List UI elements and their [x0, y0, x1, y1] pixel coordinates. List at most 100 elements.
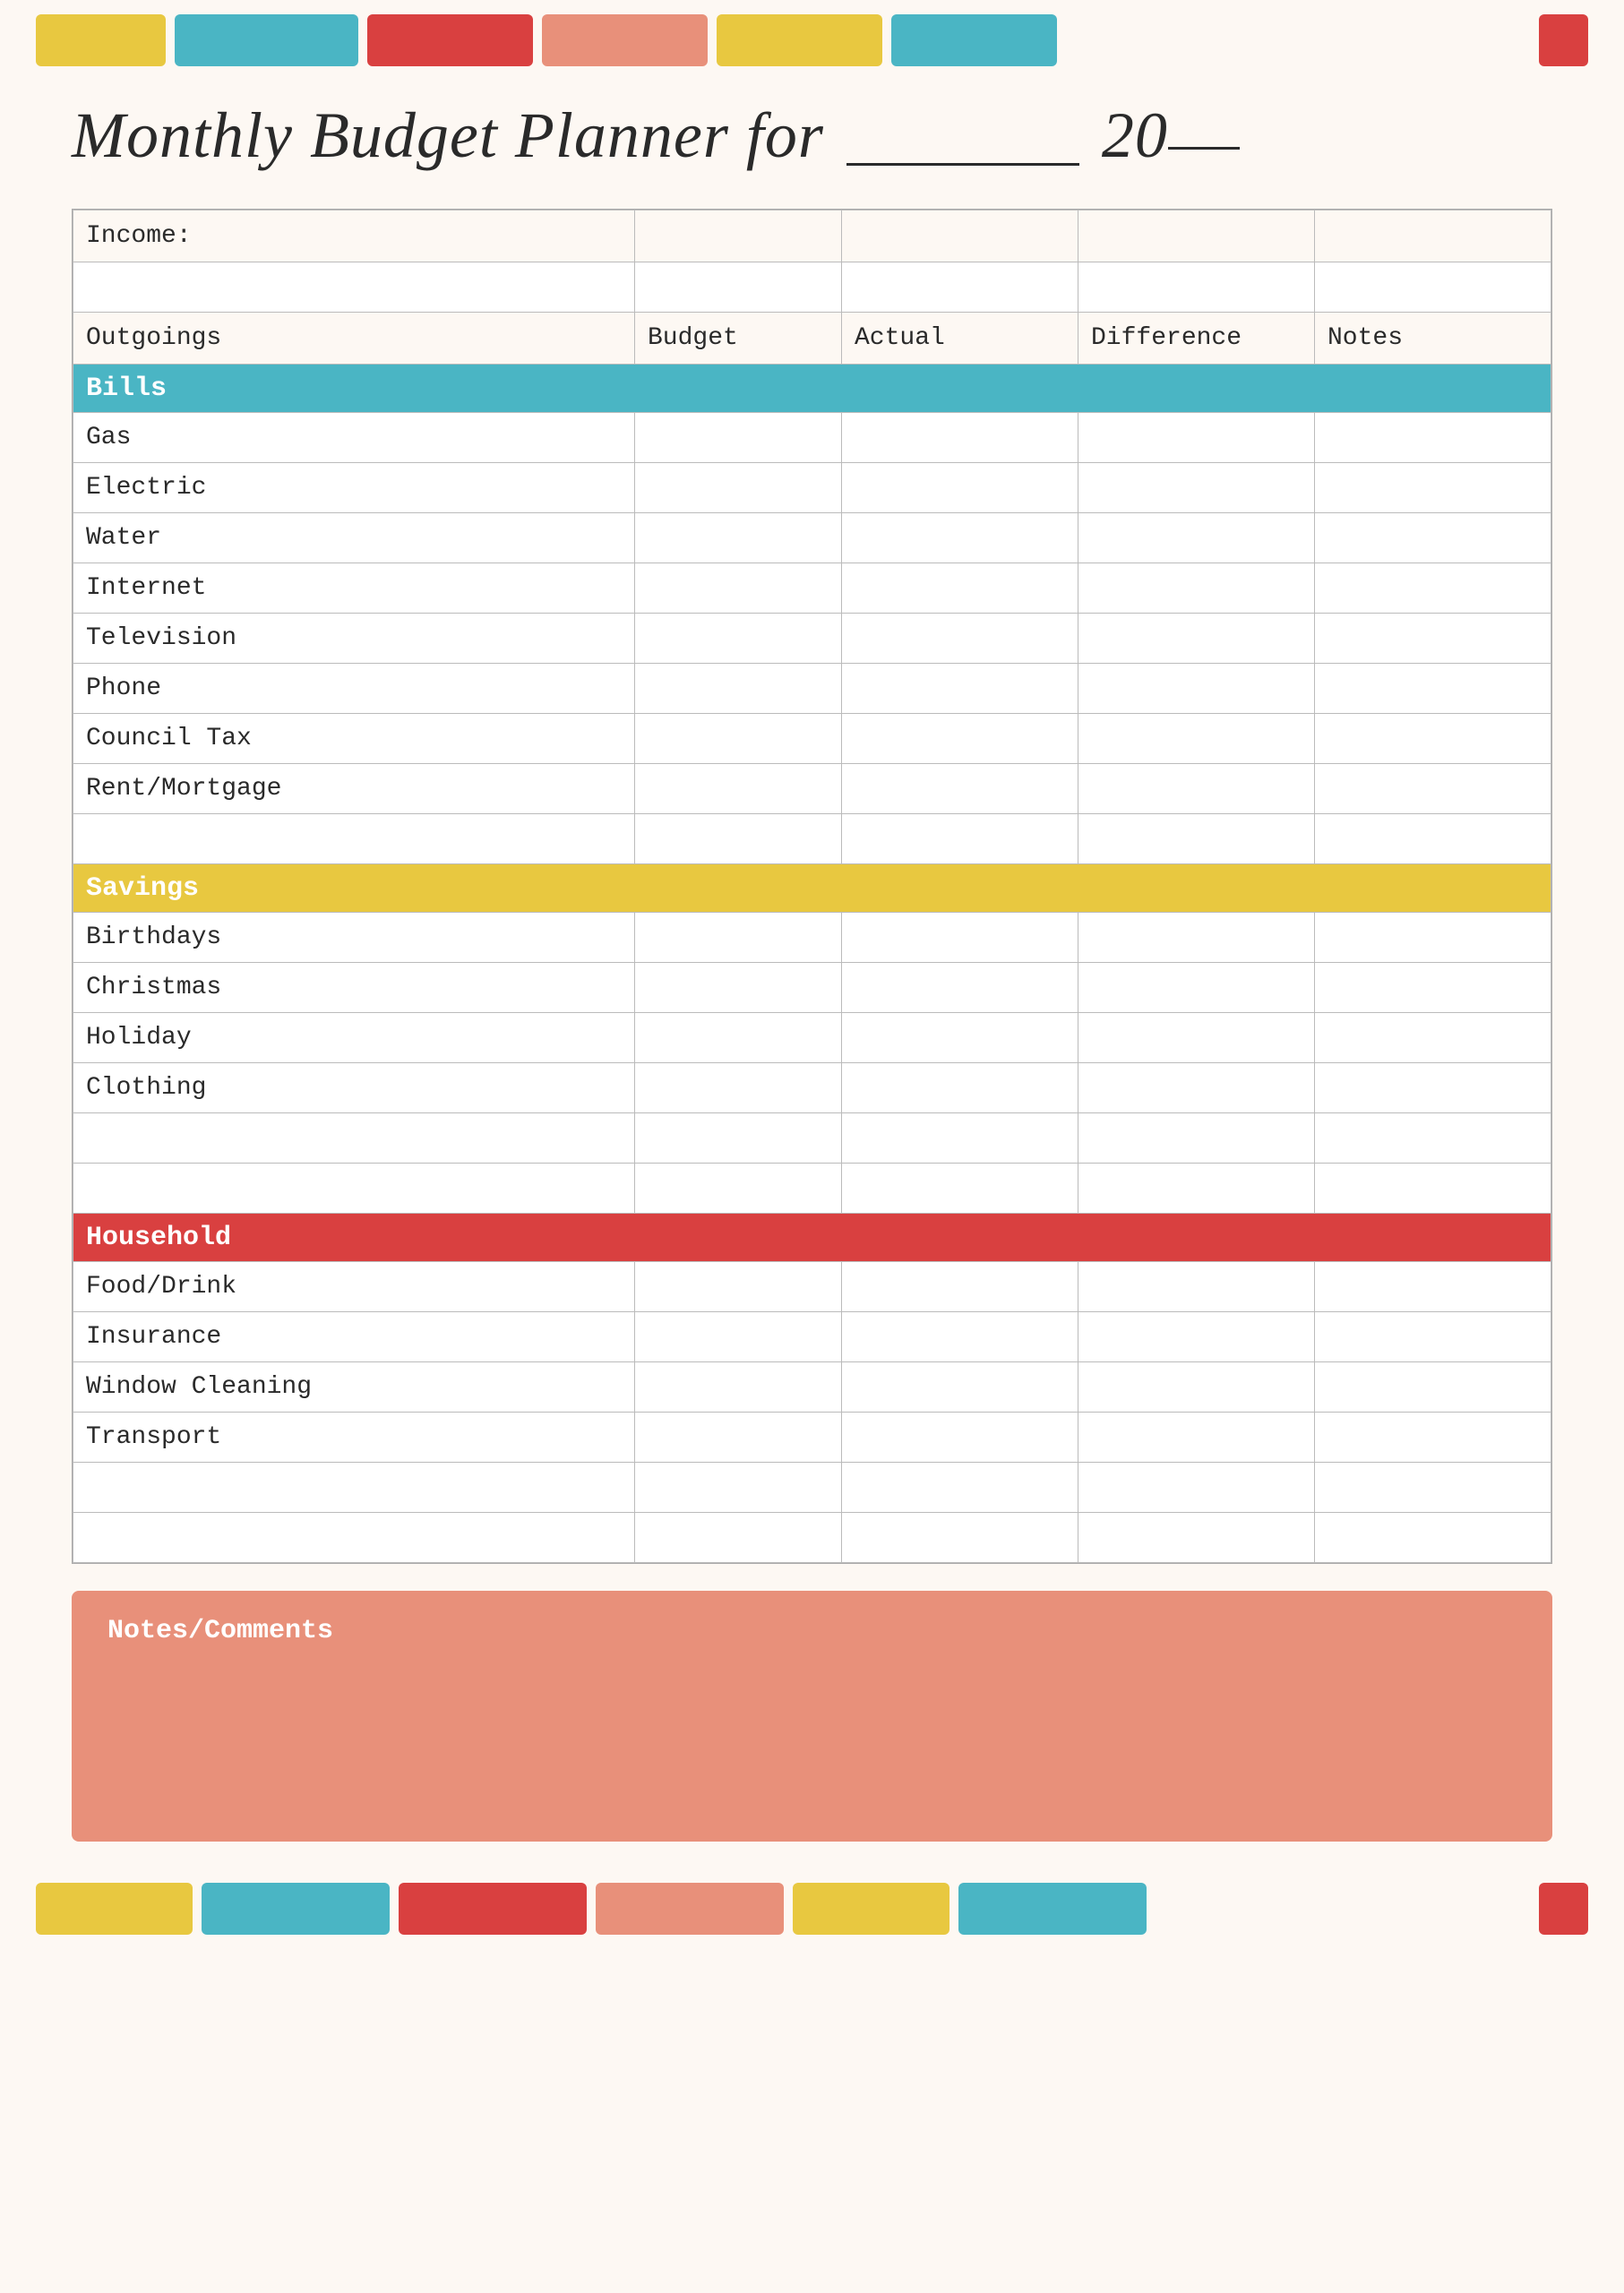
bottom-decorative-bars: [0, 1868, 1624, 1949]
income-budget-cell: [635, 210, 842, 262]
header-outgoings: Outgoings: [73, 313, 635, 365]
label-television: Television: [73, 614, 635, 664]
cell-clothing-diff: [1078, 1063, 1315, 1113]
cell-food-drink-actual: [842, 1262, 1078, 1312]
category-savings-row: Savings: [73, 864, 1551, 913]
label-rent-mortgage: Rent/Mortgage: [73, 764, 635, 814]
row-water: Water: [73, 513, 1551, 563]
cell-food-drink-diff: [1078, 1262, 1315, 1312]
label-holiday: Holiday: [73, 1013, 635, 1063]
page-title: Monthly Budget Planner for 20: [72, 99, 1240, 171]
cell-insurance-actual: [842, 1312, 1078, 1362]
row-christmas: Christmas: [73, 963, 1551, 1013]
cell-gas-actual: [842, 413, 1078, 463]
cell-birthdays-actual: [842, 913, 1078, 963]
cell-insurance-diff: [1078, 1312, 1315, 1362]
cell-council-tax-diff: [1078, 714, 1315, 764]
cell-christmas-diff: [1078, 963, 1315, 1013]
cell-rent-mortgage-budget: [635, 764, 842, 814]
cell-internet-diff: [1078, 563, 1315, 614]
row-insurance: Insurance: [73, 1312, 1551, 1362]
notes-comments-title: Notes/Comments: [99, 1609, 1525, 1646]
cell-window-cleaning-actual: [842, 1362, 1078, 1413]
deco-bar-yellow-b1: [36, 1883, 193, 1935]
income-notes-cell: [1315, 210, 1551, 262]
cell-window-cleaning-notes: [1315, 1362, 1551, 1413]
cell-christmas-actual: [842, 963, 1078, 1013]
row-holiday: Holiday: [73, 1013, 1551, 1063]
top-decorative-bars: [0, 0, 1624, 81]
deco-bar-red-1: [367, 14, 533, 66]
label-transport: Transport: [73, 1413, 635, 1463]
cell-holiday-notes: [1315, 1013, 1551, 1063]
cell-television-budget: [635, 614, 842, 664]
cell-birthdays-diff: [1078, 913, 1315, 963]
cell-insurance-budget: [635, 1312, 842, 1362]
cell-television-diff: [1078, 614, 1315, 664]
cell-clothing-budget: [635, 1063, 842, 1113]
label-window-cleaning: Window Cleaning: [73, 1362, 635, 1413]
cell-phone-budget: [635, 664, 842, 714]
category-savings-label: Savings: [73, 864, 1551, 913]
cell-clothing-notes: [1315, 1063, 1551, 1113]
row-window-cleaning: Window Cleaning: [73, 1362, 1551, 1413]
row-television: Television: [73, 614, 1551, 664]
category-household-row: Household: [73, 1214, 1551, 1262]
category-bills-label: Bills: [73, 365, 1551, 413]
category-household-label: Household: [73, 1214, 1551, 1262]
cell-internet-notes: [1315, 563, 1551, 614]
cell-gas-budget: [635, 413, 842, 463]
cell-holiday-actual: [842, 1013, 1078, 1063]
income-diff-cell: [1078, 210, 1315, 262]
cell-food-drink-budget: [635, 1262, 842, 1312]
row-food-drink: Food/Drink: [73, 1262, 1551, 1312]
cell-rent-mortgage-diff: [1078, 764, 1315, 814]
label-christmas: Christmas: [73, 963, 635, 1013]
cell-holiday-diff: [1078, 1013, 1315, 1063]
deco-bar-salmon-b1: [596, 1883, 784, 1935]
cell-insurance-notes: [1315, 1312, 1551, 1362]
cell-christmas-budget: [635, 963, 842, 1013]
title-area: Monthly Budget Planner for 20: [0, 81, 1624, 200]
deco-bar-red-b1: [399, 1883, 587, 1935]
label-phone: Phone: [73, 664, 635, 714]
spacer-row-savings-2: [73, 1164, 1551, 1214]
spacer-row-household-2: [73, 1513, 1551, 1563]
cell-phone-diff: [1078, 664, 1315, 714]
deco-bar-teal-1: [175, 14, 358, 66]
cell-television-notes: [1315, 614, 1551, 664]
page: Monthly Budget Planner for 20 Income:: [0, 0, 1624, 2293]
title-main: Monthly Budget Planner for: [72, 99, 824, 171]
cell-transport-actual: [842, 1413, 1078, 1463]
header-difference: Difference: [1078, 313, 1315, 365]
cell-electric-actual: [842, 463, 1078, 513]
cell-birthdays-notes: [1315, 913, 1551, 963]
cell-council-tax-notes: [1315, 714, 1551, 764]
cell-television-actual: [842, 614, 1078, 664]
title-name-blank: [846, 163, 1079, 166]
cell-internet-budget: [635, 563, 842, 614]
cell-gas-notes: [1315, 413, 1551, 463]
cell-phone-actual: [842, 664, 1078, 714]
deco-bar-teal-b1: [202, 1883, 390, 1935]
row-clothing: Clothing: [73, 1063, 1551, 1113]
notes-comments-box: Notes/Comments: [72, 1591, 1552, 1842]
label-electric: Electric: [73, 463, 635, 513]
title-year-blank: [1168, 147, 1240, 150]
cell-rent-mortgage-actual: [842, 764, 1078, 814]
label-insurance: Insurance: [73, 1312, 635, 1362]
label-birthdays: Birthdays: [73, 913, 635, 963]
budget-table: Income: Outgoings Budget Actual Differen…: [73, 210, 1551, 1563]
label-food-drink: Food/Drink: [73, 1262, 635, 1312]
cell-electric-diff: [1078, 463, 1315, 513]
spacer-row-bills: [73, 814, 1551, 864]
income-label: Income:: [73, 210, 635, 262]
header-budget: Budget: [635, 313, 842, 365]
deco-bar-teal-2: [891, 14, 1057, 66]
cell-council-tax-actual: [842, 714, 1078, 764]
cell-phone-notes: [1315, 664, 1551, 714]
cell-rent-mortgage-notes: [1315, 764, 1551, 814]
cell-window-cleaning-diff: [1078, 1362, 1315, 1413]
cell-gas-diff: [1078, 413, 1315, 463]
cell-transport-budget: [635, 1413, 842, 1463]
